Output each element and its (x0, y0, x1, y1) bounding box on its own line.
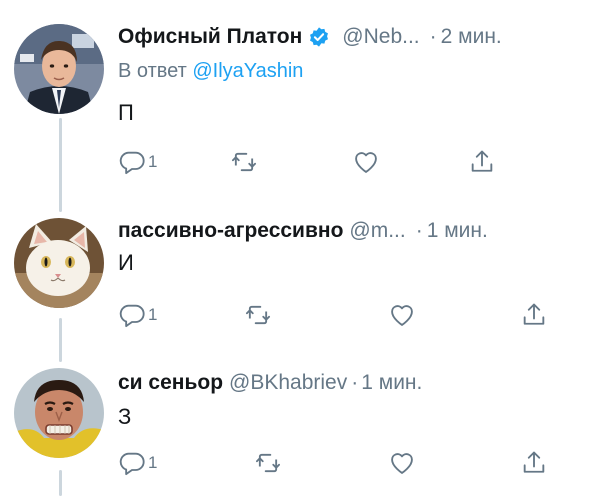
reply-icon (119, 151, 145, 175)
like-button[interactable] (388, 298, 416, 332)
reply-button[interactable]: 1 (118, 298, 157, 332)
retweet-button[interactable] (244, 298, 272, 332)
timestamp[interactable]: 2 мин. (441, 25, 502, 49)
tweet-text: З (118, 404, 132, 429)
reply-button[interactable]: 1 (118, 145, 157, 179)
reply-button[interactable]: 1 (118, 446, 157, 480)
separator-dot: · (429, 25, 437, 48)
thread-line (59, 318, 62, 362)
like-button[interactable] (388, 446, 416, 480)
separator-dot: · (415, 219, 423, 242)
author-avatar[interactable] (14, 24, 104, 114)
share-button[interactable] (520, 446, 548, 480)
verified-badge-icon (310, 27, 329, 47)
tweet-header: пассивно-агрессивно @m... · 1 мин. (118, 214, 488, 248)
grimacing-man-avatar-icon (14, 368, 104, 458)
like-button[interactable] (352, 145, 380, 179)
share-button[interactable] (520, 298, 548, 332)
tweet-text: П (118, 100, 134, 125)
thread-line (59, 118, 62, 212)
author-avatar[interactable] (14, 368, 104, 458)
reply-icon (119, 304, 145, 328)
thread-line (59, 470, 62, 496)
heart-icon (355, 152, 377, 173)
heart-icon (391, 305, 413, 326)
heart-icon (391, 453, 413, 474)
man-in-suit-avatar-icon (14, 24, 104, 114)
author-name[interactable]: си сеньор (118, 371, 223, 395)
white-cat-avatar-icon (14, 218, 104, 308)
share-button[interactable] (468, 145, 496, 179)
tweet-header: Офисный Платон @Neb... · 2 мин. (118, 20, 502, 54)
author-handle[interactable]: @BKhabriev (229, 371, 347, 395)
reply-prefix: В ответ (118, 60, 187, 82)
share-icon (523, 303, 545, 325)
reply-count: 1 (148, 453, 158, 472)
retweet-icon (255, 453, 281, 473)
author-avatar[interactable] (14, 218, 104, 308)
separator-dot: · (351, 371, 359, 394)
tweet-text: И (118, 250, 134, 275)
tweet-header: си сеньор @BKhabriev · 1 мин. (118, 366, 422, 400)
author-name[interactable]: пассивно-агрессивно (118, 219, 343, 243)
timestamp[interactable]: 1 мин. (427, 219, 488, 243)
reply-count: 1 (148, 152, 158, 171)
reply-icon (119, 452, 145, 476)
author-handle[interactable]: @Neb... (342, 25, 419, 49)
retweet-icon (231, 152, 257, 172)
reply-count: 1 (148, 305, 158, 324)
share-icon (523, 451, 545, 473)
retweet-button[interactable] (230, 145, 258, 179)
retweet-button[interactable] (254, 446, 282, 480)
author-name[interactable]: Офисный Платон (118, 25, 302, 49)
reply-context: В ответ @IlyaYashin (118, 60, 303, 83)
retweet-icon (245, 305, 271, 325)
reply-mention-link[interactable]: @IlyaYashin (192, 60, 303, 82)
timestamp[interactable]: 1 мин. (361, 371, 422, 395)
author-handle[interactable]: @m... (349, 219, 405, 243)
share-icon (471, 150, 493, 172)
